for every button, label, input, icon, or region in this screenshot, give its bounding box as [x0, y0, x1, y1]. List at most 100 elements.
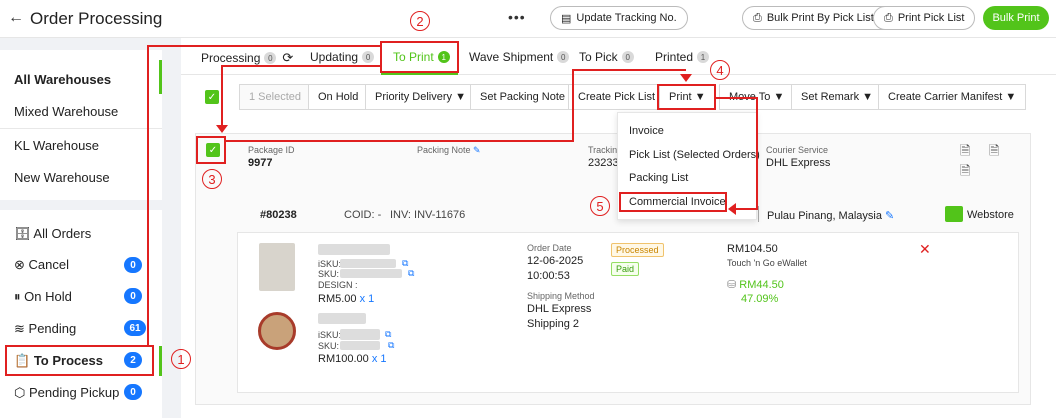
packing-note-text: Packing Note	[417, 145, 471, 155]
connector-line	[572, 69, 686, 71]
tab-label: Processing	[201, 51, 261, 65]
isku-redacted	[340, 259, 396, 268]
status-cancel[interactable]: ⊗ Cancel	[14, 257, 69, 273]
priority-delivery-button[interactable]: Priority Delivery ▼	[365, 84, 476, 110]
more-icon[interactable]: •••	[508, 9, 526, 25]
order-date-label: Order Date	[527, 243, 572, 253]
edit-icon[interactable]: ✎	[473, 145, 481, 155]
status-on-hold[interactable]: ⏸ On Hold	[14, 289, 72, 305]
menu-item-packing-list[interactable]: Packing List	[629, 172, 688, 184]
status-pending[interactable]: ≋ Pending	[14, 321, 76, 337]
copy-icon[interactable]: ⧉	[408, 268, 414, 279]
back-arrow-icon[interactable]: ←	[8, 9, 24, 27]
shipping-method: DHL Express	[527, 303, 592, 315]
tab-count: 1	[697, 51, 710, 63]
caret-down-icon: ▼	[862, 91, 874, 103]
store-icon	[945, 206, 963, 222]
product-image	[259, 243, 295, 291]
connector-line	[572, 69, 574, 142]
create-pick-list-button[interactable]: Create Pick List	[568, 84, 666, 110]
payment-method: Touch 'n Go eWallet	[727, 258, 807, 268]
profit-text: RM44.50	[739, 279, 784, 291]
status-label: Pending Pickup	[28, 385, 120, 400]
tab-label: Wave Shipment	[469, 50, 554, 64]
step-number-3: 3	[202, 169, 222, 189]
status-label: All Orders	[33, 226, 92, 241]
item-sku: SKU:	[318, 269, 340, 279]
label-doc-icon[interactable]: 🗎	[960, 142, 970, 164]
package-id: 9977	[248, 157, 273, 169]
caret-down-icon: ▼	[455, 91, 466, 103]
printer-icon: ⎙	[753, 11, 762, 24]
step-number-2: 2	[410, 11, 430, 31]
status-all-orders[interactable]: 🗄 All Orders	[14, 226, 91, 242]
cancel-icon: ⊗	[14, 257, 25, 272]
payment-badge: Paid	[611, 262, 640, 276]
highlight-box	[380, 41, 459, 73]
caret-down-icon: ▼	[1005, 91, 1017, 103]
carrier-label: Create Carrier Manifest	[888, 91, 1003, 103]
warehouse-all[interactable]: All Warehouses	[14, 72, 111, 87]
update-tracking-button[interactable]: ▤ Update Tracking No.	[550, 6, 688, 30]
connector-line	[147, 45, 380, 47]
layers-icon: ≋	[14, 321, 25, 336]
store-name: Webstore	[967, 209, 1014, 221]
active-indicator	[159, 60, 162, 94]
on-hold-button[interactable]: On Hold	[308, 84, 369, 110]
priority-label: Priority Delivery	[375, 91, 453, 103]
tab-count: 0	[621, 51, 634, 63]
tab-count: 0	[557, 51, 570, 63]
order-id[interactable]: #80238	[260, 209, 297, 221]
copy-icon[interactable]: ⧉	[385, 329, 391, 340]
tracking-label: Trackin	[588, 145, 618, 155]
warehouse-new[interactable]: New Warehouse	[14, 170, 110, 185]
status-pending-pickup[interactable]: ⬡ Pending Pickup	[14, 385, 119, 401]
set-packing-note-button[interactable]: Set Packing Note	[470, 84, 575, 110]
set-remark-button[interactable]: Set Remark ▼	[791, 84, 884, 110]
edit-icon[interactable]: ✎	[885, 210, 894, 222]
menu-item-pick-list[interactable]: Pick List (Selected Orders)	[629, 149, 760, 161]
printer-icon: ⎙	[884, 11, 893, 24]
active-indicator	[159, 346, 162, 376]
select-all-checkbox[interactable]: ✓	[205, 90, 219, 104]
warehouse-mixed[interactable]: Mixed Warehouse	[14, 104, 118, 119]
tab-wave-shipment[interactable]: Wave Shipment 0	[469, 50, 570, 64]
count-badge: 61	[124, 320, 146, 336]
step-number-5: 5	[590, 196, 610, 216]
create-carrier-manifest-button[interactable]: Create Carrier Manifest ▼	[878, 84, 1027, 110]
connector-line	[226, 140, 574, 142]
warehouse-kl[interactable]: KL Warehouse	[14, 138, 99, 153]
divider	[758, 206, 759, 222]
box-icon: ⬡	[14, 385, 26, 400]
price-text: RM5.00	[318, 293, 357, 305]
connector-line	[734, 208, 758, 210]
doc-icon[interactable]: 🗎	[960, 162, 970, 184]
invoice-doc-icon[interactable]: 🗎	[989, 142, 999, 164]
order-time: 10:00:53	[527, 270, 570, 282]
step-number-4: 4	[710, 60, 730, 80]
count-badge: 0	[124, 288, 142, 304]
qty-text: x 1	[371, 353, 387, 365]
tab-printed[interactable]: Printed 1	[655, 50, 710, 64]
status-label: On Hold	[24, 289, 72, 304]
remove-icon[interactable]: ✕	[919, 241, 931, 258]
copy-icon[interactable]: ⧉	[388, 340, 394, 351]
item-isku: iSKU:	[318, 259, 342, 269]
menu-item-invoice[interactable]: Invoice	[629, 125, 664, 137]
tab-updating[interactable]: Updating 0	[310, 50, 375, 64]
refresh-icon[interactable]: ⟳	[282, 50, 293, 66]
profit: ⛁ RM44.50	[727, 278, 784, 291]
arrow-head	[680, 74, 692, 82]
count-badge: 0	[124, 257, 142, 273]
print-pick-list-button[interactable]: ⎙ Print Pick List	[873, 6, 976, 30]
status-label: Pending	[28, 321, 77, 336]
courier-name: DHL Express	[766, 157, 831, 169]
tab-label: To Pick	[579, 50, 618, 64]
arrow-head	[216, 125, 228, 133]
tab-to-pick[interactable]: To Pick 0	[579, 50, 634, 64]
tab-count: 0	[362, 51, 375, 63]
bulk-print-button[interactable]: Bulk Print	[983, 6, 1049, 30]
sku-redacted	[340, 269, 402, 278]
tab-processing[interactable]: Processing 0 ⟳	[201, 50, 293, 66]
product-image	[258, 312, 296, 350]
